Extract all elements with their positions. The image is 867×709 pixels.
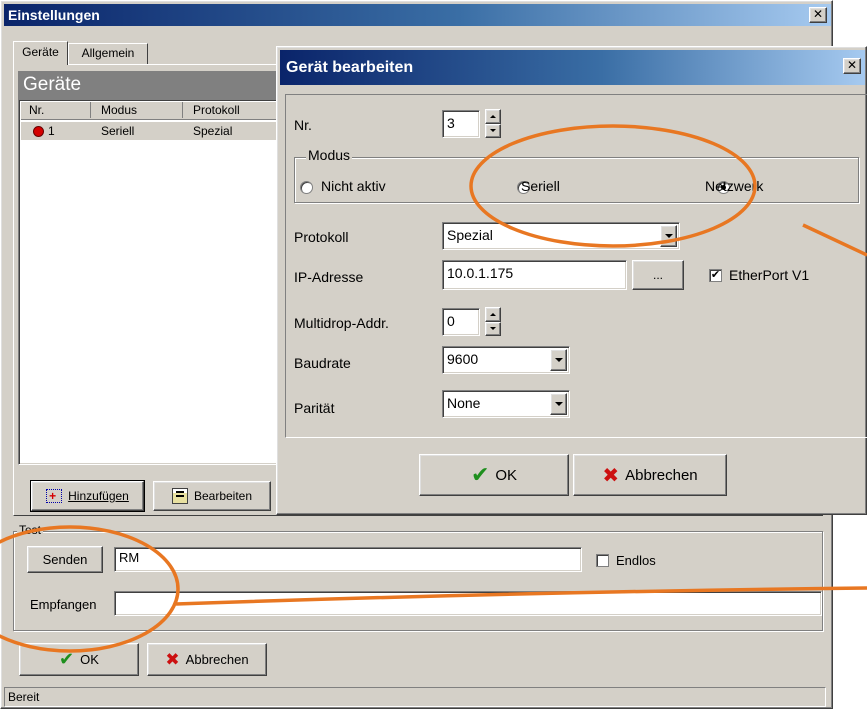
parity-label: Parität <box>294 400 335 416</box>
status-text: Bereit <box>8 690 40 704</box>
multidrop-down-icon[interactable] <box>485 321 501 336</box>
status-bar: Bereit <box>4 687 826 707</box>
main-titlebar: Einstellungen <box>4 4 831 26</box>
main-window-title: Einstellungen <box>8 7 100 23</box>
checkmark-icon: ✔ <box>59 649 75 669</box>
radio-seriell-label: Seriell <box>521 178 560 194</box>
multidrop-label: Multidrop-Addr. <box>294 315 389 331</box>
tab-geraete-label: Geräte <box>22 45 59 59</box>
test-group-label: Test <box>17 523 44 537</box>
row-protokoll: Spezial <box>193 124 233 138</box>
ip-input[interactable]: 10.0.1.175 <box>442 260 627 290</box>
chevron-down-icon[interactable] <box>660 225 677 247</box>
add-device-label: Hinzufügen <box>68 489 129 503</box>
ip-browse-button[interactable]: ... <box>632 260 684 290</box>
red-dot-icon <box>33 126 44 137</box>
etherport-label: EtherPort V1 <box>729 267 810 283</box>
send-input[interactable]: RM <box>114 547 582 572</box>
endless-checkbox[interactable] <box>596 554 609 567</box>
col-header-modus[interactable]: Modus <box>91 102 183 118</box>
main-cancel-button[interactable]: ✖ Abbrechen <box>147 643 267 676</box>
row-nr: 1 <box>48 124 55 138</box>
dialog-titlebar: Gerät bearbeiten <box>280 50 865 85</box>
add-device-icon: + <box>46 489 63 503</box>
close-icon: ✕ <box>812 7 824 21</box>
checkmark-icon: ✔ <box>470 462 490 487</box>
cross-icon: ✖ <box>602 464 620 487</box>
ip-browse-label: ... <box>652 268 663 282</box>
multidrop-value: 0 <box>447 313 455 329</box>
edit-device-button[interactable]: Bearbeiten <box>153 481 271 511</box>
row-modus: Seriell <box>101 124 135 138</box>
main-cancel-label: Abbrechen <box>185 652 249 667</box>
multidrop-stepper[interactable] <box>485 307 501 336</box>
baud-select[interactable]: 9600 <box>442 346 570 374</box>
edit-device-label: Bearbeiten <box>193 489 253 503</box>
endless-label: Endlos <box>616 553 656 568</box>
cross-icon: ✖ <box>165 649 180 669</box>
col-header-nr[interactable]: Nr. <box>21 102 91 118</box>
baud-value: 9600 <box>447 351 479 367</box>
tab-allgemein[interactable]: Allgemein <box>68 43 148 64</box>
nr-label: Nr. <box>294 117 312 133</box>
receive-input[interactable] <box>114 591 822 616</box>
chevron-down-icon[interactable] <box>550 349 567 371</box>
dialog-ok-button[interactable]: ✔ OK <box>419 454 569 496</box>
etherport-checkbox[interactable]: ✔ <box>709 269 722 282</box>
dialog-ok-label: OK <box>495 466 518 484</box>
send-label: Senden <box>42 552 88 567</box>
ip-value: 10.0.1.175 <box>447 265 514 281</box>
nr-input[interactable]: 3 <box>442 110 480 138</box>
multidrop-up-icon[interactable] <box>485 307 501 322</box>
parity-value: None <box>447 395 481 411</box>
radio-nicht-aktiv-label: Nicht aktiv <box>321 178 386 194</box>
tab-geraete[interactable]: Geräte <box>13 41 68 65</box>
dialog-cancel-label: Abbrechen <box>625 466 698 484</box>
nr-stepper[interactable] <box>485 109 501 138</box>
ip-label: IP-Adresse <box>294 269 364 285</box>
main-ok-label: OK <box>80 652 99 667</box>
edit-device-dialog: Gerät bearbeiten ✕ Nr. 3 Modus Nicht akt… <box>276 46 867 515</box>
edit-device-icon <box>171 488 188 504</box>
nr-up-icon[interactable] <box>485 109 501 124</box>
add-device-button[interactable]: + Hinzufügen <box>30 480 145 512</box>
dialog-cancel-button[interactable]: ✖ Abbrechen <box>573 454 727 496</box>
device-panel-header: Geräte <box>18 71 280 99</box>
table-row[interactable]: 1 Seriell Spezial <box>21 122 279 140</box>
test-group <box>13 531 823 631</box>
col-header-protokoll[interactable]: Protokoll <box>183 102 281 118</box>
send-input-value: RM <box>119 550 140 565</box>
protocol-select[interactable]: Spezial <box>442 222 680 250</box>
multidrop-input[interactable]: 0 <box>442 308 480 336</box>
chevron-down-icon[interactable] <box>550 393 567 415</box>
baud-label: Baudrate <box>294 355 351 371</box>
device-list-header: Nr. Modus Protokoll <box>21 102 279 120</box>
dialog-close-button[interactable]: ✕ <box>843 58 861 74</box>
protocol-value: Spezial <box>447 227 493 243</box>
main-ok-button[interactable]: ✔ OK <box>19 643 139 676</box>
nr-value: 3 <box>447 115 455 131</box>
main-close-button[interactable]: ✕ <box>809 7 827 23</box>
radio-netzwerk-label: Netzwerk <box>705 178 764 194</box>
radio-nicht-aktiv[interactable] <box>300 181 313 194</box>
nr-down-icon[interactable] <box>485 123 501 138</box>
dialog-title: Gerät bearbeiten <box>286 58 414 76</box>
device-panel-title: Geräte <box>23 74 82 95</box>
receive-label: Empfangen <box>30 597 97 612</box>
device-list[interactable]: Nr. Modus Protokoll 1 Seriell Spezial <box>18 99 280 465</box>
protocol-label: Protokoll <box>294 229 349 245</box>
mode-group-label: Modus <box>306 147 353 163</box>
tab-allgemein-label: Allgemein <box>81 46 135 60</box>
send-button[interactable]: Senden <box>27 546 103 573</box>
parity-select[interactable]: None <box>442 390 570 418</box>
close-icon: ✕ <box>846 58 858 72</box>
